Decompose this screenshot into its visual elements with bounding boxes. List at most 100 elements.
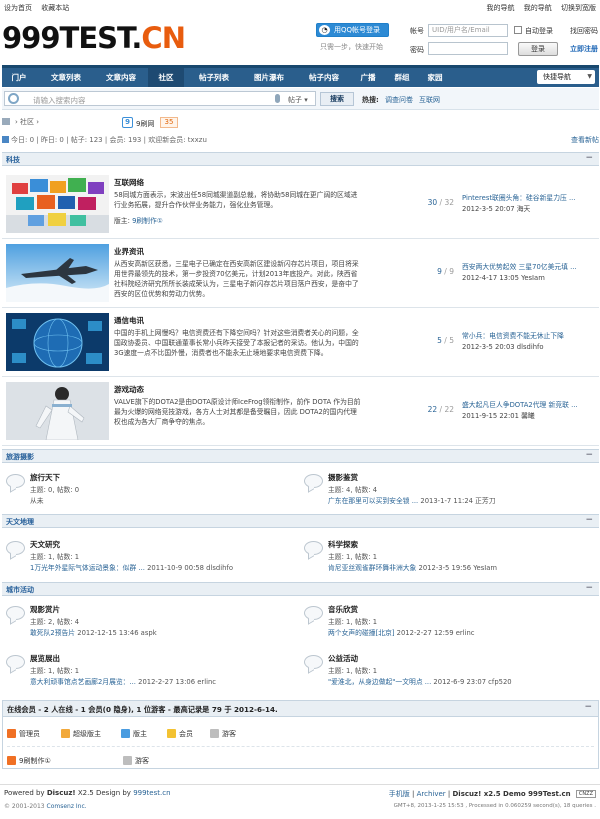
last-post-meta: 2012-3-5 20:07 海天 bbox=[462, 205, 531, 213]
forum-cell-music: 音乐欣赏 主题: 1, 帖数: 1 两个女声的碰撞[北京] 2012-2-27 … bbox=[300, 600, 590, 642]
forum-last-post: "爱淮北，从身边做起"一文明点 ... 2012-6-9 23:07 cfp52… bbox=[328, 676, 512, 686]
discuz-link[interactable]: Discuz! bbox=[47, 789, 76, 797]
demo-link[interactable]: Discuz! x2.5 Demo 999Test.cn bbox=[452, 790, 570, 798]
quick-nav-dropdown[interactable]: 快捷导航 ▼ bbox=[537, 70, 595, 84]
forum-last-post: 常小兵：电信资费不能无休止下降 2012-3-5 20:03 dlsdihfo bbox=[462, 331, 594, 353]
hot-word-link[interactable]: 调查问卷 bbox=[385, 95, 413, 105]
nav-article-content[interactable]: 文章内容 bbox=[94, 68, 148, 87]
online-header[interactable]: 在线会员 - 2 人在线 - 1 会员(0 隐身), 1 位游客 - 最高记录是… bbox=[3, 701, 598, 717]
nav-thread-list[interactable]: 帖子列表 bbox=[186, 68, 242, 87]
cnzz-badge[interactable]: CNZZ bbox=[575, 790, 596, 798]
view-new-posts-link[interactable]: 查看新帖 bbox=[571, 135, 599, 145]
company-link[interactable]: Comsenz Inc. bbox=[47, 803, 87, 810]
forum-title[interactable]: 旅行天下 bbox=[30, 472, 60, 483]
qq-login-button[interactable]: ◔ 用QQ帐号登录 bbox=[316, 23, 389, 37]
forum-title[interactable]: 通信电讯 bbox=[114, 315, 144, 326]
forum-thumbnail-games[interactable] bbox=[6, 382, 109, 440]
wide-mode-link[interactable]: 切换到宽版 bbox=[561, 4, 596, 12]
last-post-link[interactable]: 敢死队2预告片 bbox=[30, 629, 75, 637]
last-post-meta: 2012-12-15 13:46 aspk bbox=[75, 629, 157, 637]
forum-title[interactable]: 展览展出 bbox=[30, 653, 60, 664]
site-logo[interactable]: 999TEST.CN bbox=[2, 20, 186, 56]
last-post-link[interactable]: 西安两大优势起效 三星70亿美元填 ... bbox=[462, 262, 594, 273]
hot-word-link[interactable]: 互联网 bbox=[419, 95, 440, 105]
nav-community[interactable]: 社区 bbox=[148, 68, 184, 87]
nav-thread-content[interactable]: 帖子内容 bbox=[296, 68, 352, 87]
forum-last-post: 西安两大优势起效 三星70亿美元填 ... 2012-4-17 13:05 Ye… bbox=[462, 262, 594, 284]
nav-groups[interactable]: 群组 bbox=[386, 68, 418, 87]
last-post-link[interactable]: 常小兵：电信资费不能无休止下降 bbox=[462, 331, 594, 342]
forum-bubble-icon bbox=[6, 541, 25, 555]
forum-bubble-icon bbox=[304, 474, 323, 488]
search-type-select[interactable]: 帖子 ▾ bbox=[288, 95, 308, 105]
bookmark-link[interactable]: 收藏本站 bbox=[41, 4, 69, 12]
site-tag[interactable]: 9 9刷网 35 bbox=[122, 117, 182, 129]
last-post-link[interactable]: "爱淮北，从身边做起"一文明点 ... bbox=[328, 678, 431, 686]
forum-title[interactable]: 公益活动 bbox=[328, 653, 358, 664]
online-user[interactable]: 9刷制作① bbox=[7, 756, 51, 766]
last-post-link[interactable]: 盛大起凡巨人争DOTA2代理 新竞联 ... bbox=[462, 400, 594, 411]
last-post-link[interactable]: 广东在那里可以买到安全锁 ... bbox=[328, 497, 418, 505]
mobile-version-link[interactable]: 手机版 bbox=[389, 790, 410, 798]
collapse-icon[interactable]: − bbox=[585, 584, 593, 593]
forum-bubble-icon bbox=[304, 655, 323, 669]
my-nav-link[interactable]: 我的导航 bbox=[487, 4, 515, 12]
section-header-astronomy[interactable]: 天文地理 − bbox=[2, 514, 599, 528]
forum-cell-movies: 观影赏片 主题: 2, 帖数: 4 敢死队2预告片 2012-12-15 13:… bbox=[2, 600, 292, 642]
nav-broadcast[interactable]: 广播 bbox=[352, 68, 384, 87]
section-header-tech[interactable]: 科技 − bbox=[2, 152, 599, 166]
set-homepage-link[interactable]: 设为首页 bbox=[4, 4, 32, 12]
nav-article-list[interactable]: 文章列表 bbox=[38, 68, 94, 87]
collapse-icon[interactable]: − bbox=[585, 451, 593, 460]
forum-moderator: 版主: 9刷制作① bbox=[114, 215, 163, 225]
forum-last-post: 两个女声的碰撞[北京] 2012-2-27 12:59 erlinc bbox=[328, 627, 475, 637]
forum-thumbnail-industry[interactable] bbox=[6, 244, 109, 302]
auto-login-label: 自动登录 bbox=[525, 27, 553, 35]
last-post-link[interactable]: 肯尼亚丝观雀群环舞非洲大象 bbox=[328, 564, 416, 572]
last-post-link[interactable]: Pinterest联圈头角：硅谷新星力压 ... bbox=[462, 193, 594, 204]
thread-count: 9 bbox=[437, 267, 442, 276]
forum-title[interactable]: 科学探索 bbox=[328, 539, 358, 550]
collapse-icon[interactable]: − bbox=[585, 516, 593, 525]
auto-login-checkbox[interactable] bbox=[514, 26, 522, 34]
legend-admin: 管理员 bbox=[7, 729, 40, 739]
quick-nav-label: 快捷导航 bbox=[543, 73, 571, 81]
my-nav-link-2[interactable]: 我的导航 bbox=[524, 4, 552, 12]
forum-last-post: 广东在那里可以买到安全锁 ... 2013-1-7 11:24 正芳刀 bbox=[328, 495, 496, 505]
microphone-icon[interactable] bbox=[275, 94, 280, 103]
home-icon[interactable] bbox=[2, 118, 10, 125]
search-button[interactable]: 搜索 bbox=[320, 92, 354, 106]
section-header-travel[interactable]: 旅游摄影 − bbox=[2, 449, 599, 463]
nav-image-waterfall[interactable]: 图片瀑布 bbox=[242, 68, 296, 87]
forum-stats: 主题: 1, 帖数: 1 bbox=[328, 553, 378, 561]
collapse-icon[interactable]: − bbox=[584, 702, 592, 712]
forum-title[interactable]: 业界资讯 bbox=[114, 246, 144, 257]
find-password-link[interactable]: 找回密码 bbox=[570, 26, 598, 36]
login-button[interactable]: 登录 bbox=[518, 42, 558, 56]
forum-title[interactable]: 音乐欣赏 bbox=[328, 604, 358, 615]
forum-thumbnail-telecom[interactable] bbox=[6, 313, 109, 371]
password-input[interactable] bbox=[428, 42, 508, 55]
forum-title[interactable]: 游戏动态 bbox=[114, 384, 144, 395]
forum-title[interactable]: 摄影鉴赏 bbox=[328, 472, 358, 483]
archiver-link[interactable]: Archiver bbox=[417, 790, 446, 798]
section-header-city[interactable]: 城市活动 − bbox=[2, 582, 599, 596]
last-post-link[interactable]: 1万光年外星际气体运动景象：似群 ... bbox=[30, 564, 145, 572]
stats-chart-icon bbox=[2, 136, 9, 143]
register-link[interactable]: 立即注册 bbox=[570, 44, 598, 54]
forum-thumbnail-internet[interactable] bbox=[6, 175, 109, 233]
moderator-link[interactable]: 9刷制作① bbox=[132, 217, 163, 225]
legend-label: 游客 bbox=[222, 730, 236, 738]
site-link[interactable]: 999test.cn bbox=[133, 789, 170, 797]
nav-portal[interactable]: 门户 bbox=[2, 68, 36, 87]
forum-title[interactable]: 观影赏片 bbox=[30, 604, 60, 615]
nav-home[interactable]: 家园 bbox=[418, 68, 452, 87]
breadcrumb-community[interactable]: 社区 bbox=[20, 118, 34, 126]
last-post-link[interactable]: 两个女声的碰撞[北京] bbox=[328, 629, 394, 637]
account-input[interactable]: UID/用户名/Email bbox=[428, 24, 508, 37]
forum-title[interactable]: 互联网络 bbox=[114, 177, 144, 188]
collapse-icon[interactable]: − bbox=[585, 154, 593, 163]
last-post-link[interactable]: 意大利顽事馆点艺画廊2月展览：... bbox=[30, 678, 136, 686]
search-input[interactable]: 请输入搜索内容 bbox=[33, 95, 86, 106]
forum-title[interactable]: 天文研究 bbox=[30, 539, 60, 550]
